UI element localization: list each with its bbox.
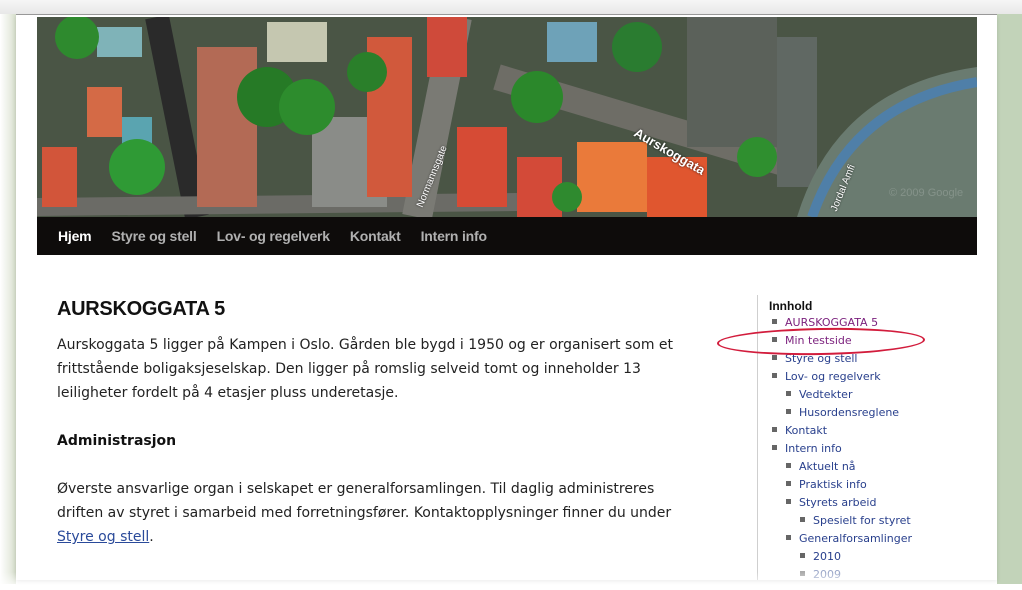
toc-item: Lov- og regelverk (769, 368, 977, 386)
bullet-icon (786, 498, 791, 504)
intro-paragraph: Aurskoggata 5 ligger på Kampen i Oslo. G… (57, 337, 674, 401)
bullet-icon (786, 534, 791, 540)
bullet-icon (800, 516, 805, 522)
street (37, 193, 518, 216)
toc-link-vedtekter[interactable]: Vedtekter (799, 388, 852, 401)
right-side-panel (997, 14, 1022, 584)
toc-item: Husordensreglene (769, 404, 977, 422)
bullet-icon (786, 408, 791, 414)
toc-link-spesielt-for-styret[interactable]: Spesielt for styret (813, 514, 911, 527)
section-heading-administrasjon: Administrasjon (57, 433, 177, 449)
toc-link-styre-og-stell[interactable]: Styre og stell (785, 352, 857, 365)
toc-link-aurskoggata-5[interactable]: AURSKOGGATA 5 (785, 316, 878, 329)
bullet-icon (772, 336, 777, 342)
admin-text: Øverste ansvarlige organ i selskapet er … (57, 481, 672, 521)
toc-link-generalforsamlinger[interactable]: Generalforsamlinger (799, 532, 912, 545)
web-page: Aurskoggata Normannsgate Jordal Amfi © 2… (16, 15, 997, 580)
bullet-icon (772, 372, 777, 378)
toc-item: Spesielt for styret (769, 512, 977, 530)
nav-lov-og-regelverk[interactable]: Lov- og regelverk (217, 228, 331, 244)
bullet-icon (786, 462, 791, 468)
nav-kontakt[interactable]: Kontakt (350, 228, 401, 244)
bullet-icon (772, 444, 777, 450)
bottom-fade (0, 572, 997, 590)
toc-item: Aktuelt nå (769, 458, 977, 476)
toc-link-lov-og-regelverk[interactable]: Lov- og regelverk (785, 370, 881, 383)
bullet-icon (772, 354, 777, 360)
toc-item: Vedtekter (769, 386, 977, 404)
bullet-icon (786, 390, 791, 396)
toc-item: Styrets arbeid (769, 494, 977, 512)
main-navigation: Hjem Styre og stell Lov- og regelverk Ko… (37, 217, 977, 255)
toc-item: Kontakt (769, 422, 977, 440)
window-top-strip (0, 0, 1022, 15)
toc-item: Intern info (769, 440, 977, 458)
table-of-contents: Innhold AURSKOGGATA 5 Min testside Styre… (757, 295, 977, 580)
toc-list: AURSKOGGATA 5 Min testside Styre og stel… (769, 314, 977, 580)
toc-item: Generalforsamlinger (769, 530, 977, 548)
nav-styre-og-stell[interactable]: Styre og stell (111, 228, 196, 244)
toc-title: Innhold (769, 299, 813, 313)
main-content: AURSKOGGATA 5 Aurskoggata 5 ligger på Ka… (57, 295, 697, 573)
admin-end: . (149, 529, 154, 545)
page-title: AURSKOGGATA 5 (57, 298, 225, 320)
toc-link-2010[interactable]: 2010 (813, 550, 841, 563)
admin-paragraph: Øverste ansvarlige organ i selskapet er … (57, 477, 697, 549)
aerial-map-banner: Aurskoggata Normannsgate Jordal Amfi © 2… (37, 17, 977, 217)
toc-item: 2010 (769, 548, 977, 566)
bullet-icon (772, 426, 777, 432)
left-edge-shadow (0, 14, 16, 584)
toc-item: Praktisk info (769, 476, 977, 494)
map-copyright: © 2009 Google (889, 187, 964, 199)
bullet-icon (800, 552, 805, 558)
toc-item: Styre og stell (769, 350, 977, 368)
toc-link-aktuelt-na[interactable]: Aktuelt nå (799, 460, 856, 473)
toc-link-intern-info[interactable]: Intern info (785, 442, 842, 455)
aerial-photo (37, 17, 977, 217)
toc-item: AURSKOGGATA 5 (769, 314, 977, 332)
toc-link-kontakt[interactable]: Kontakt (785, 424, 827, 437)
toc-link-praktisk-info[interactable]: Praktisk info (799, 478, 867, 491)
nav-intern-info[interactable]: Intern info (421, 228, 487, 244)
toc-link-styrets-arbeid[interactable]: Styrets arbeid (799, 496, 876, 509)
toc-link-husordensreglene[interactable]: Husordensreglene (799, 406, 899, 419)
toc-link-min-testside[interactable]: Min testside (785, 334, 852, 347)
bullet-icon (772, 318, 777, 324)
bullet-icon (786, 480, 791, 486)
styre-og-stell-link[interactable]: Styre og stell (57, 529, 149, 545)
toc-item: Min testside (769, 332, 977, 350)
nav-hjem[interactable]: Hjem (58, 228, 92, 244)
